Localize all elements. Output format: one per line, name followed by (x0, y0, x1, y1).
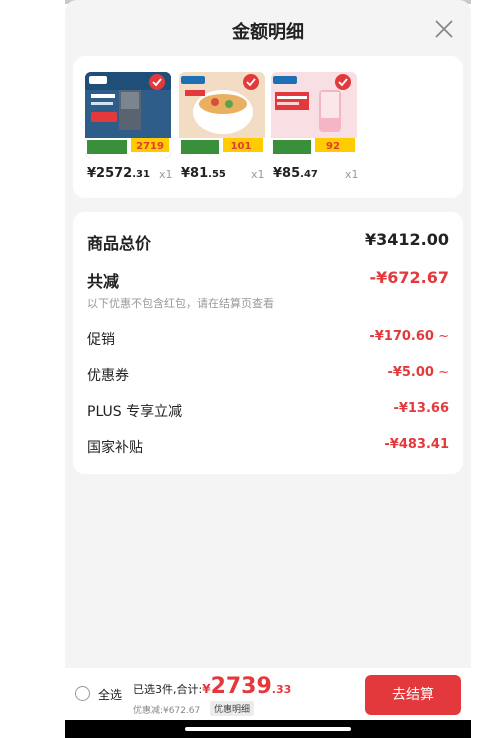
coupon-row[interactable]: 优惠券 -¥5.00 ~ (87, 365, 449, 385)
total-currency: ¥ (202, 682, 211, 696)
product-item[interactable]: 2719 ¥2572.31 x1 (85, 72, 173, 181)
discount-label: 共减 (87, 272, 120, 291)
product-price: ¥85.47 (273, 166, 318, 181)
product-qty: x1 (345, 168, 359, 181)
price-decimal: .47 (300, 169, 318, 180)
checkout-bar: 全选 已选3件,合计:¥2739.33 优惠减:¥672.67 优惠明细 去结算 (65, 668, 471, 720)
tilde-icon: ~ (438, 365, 449, 380)
product-qty: x1 (251, 168, 265, 181)
total-summary: 已选3件,合计:¥2739.33 (133, 674, 291, 699)
discount-detail-button[interactable]: 优惠明细 (210, 701, 255, 716)
product-image-blender[interactable]: 92 (271, 72, 357, 158)
sheet-header: 金额明细 (65, 0, 471, 58)
product-image-cooker[interactable]: 101 (179, 72, 265, 158)
plus-label: PLUS 专享立减 (87, 404, 183, 420)
price-integer: ¥2572 (87, 166, 133, 181)
product-qty: x1 (159, 168, 173, 181)
summary-card: 商品总价 ¥3412.00 共减 -¥672.67 以下优惠不包含红包，请在结算… (73, 212, 463, 474)
discount-value: -¥672.67 (369, 268, 449, 287)
selected-text: 已选3件,合计: (133, 683, 203, 696)
checkout-button[interactable]: 去结算 (365, 675, 461, 715)
total-label: 商品总价 (87, 234, 152, 253)
tilde-icon: ~ (438, 329, 449, 344)
product-price: ¥2572.31 (87, 166, 150, 181)
coupon-value: -¥5.00 ~ (387, 365, 449, 380)
home-indicator-bar (65, 720, 471, 738)
total-value: ¥3412.00 (364, 230, 449, 249)
promo-value: -¥170.60 ~ (369, 329, 449, 344)
promo-row[interactable]: 促销 -¥170.60 ~ (87, 329, 449, 349)
discount-note: 以下优惠不包含红包，请在结算页查看 (87, 297, 274, 310)
total-decimal: .33 (271, 683, 292, 696)
coupon-label: 优惠券 (87, 368, 129, 384)
price-integer: ¥81 (181, 166, 209, 181)
sheet-title: 金额明细 (232, 22, 304, 43)
discount-note-row: 以下优惠不包含红包，请在结算页查看 (87, 295, 449, 311)
plus-row: PLUS 专享立减 -¥13.66 (87, 401, 449, 421)
subsidy-label: 国家补贴 (87, 440, 143, 456)
products-card: 2719 ¥2572.31 x1 101 ¥81.55 x1 92 ¥85.47… (73, 56, 463, 198)
total-row: 商品总价 ¥3412.00 (87, 230, 449, 253)
promo-label: 促销 (87, 332, 115, 348)
product-tag-price: 92 (326, 141, 340, 152)
select-all-label[interactable]: 全选 (98, 686, 122, 703)
product-tag-price: 101 (231, 141, 252, 152)
discount-row: 共减 -¥672.67 (87, 268, 449, 291)
product-item[interactable]: 101 ¥81.55 x1 (179, 72, 267, 181)
product-item[interactable]: 92 ¥85.47 x1 (271, 72, 359, 181)
price-integer: ¥85 (273, 166, 301, 181)
plus-value: -¥13.66 (393, 401, 449, 416)
product-price: ¥81.55 (181, 166, 226, 181)
total-integer: 2739 (210, 674, 272, 699)
amount-detail-sheet: 金额明细 2719 ¥2572.31 x1 101 ¥81.55 x1 92 ¥… (65, 0, 471, 738)
subsidy-row: 国家补贴 -¥483.41 (87, 437, 449, 457)
discount-amount: 优惠减:¥672.67 (133, 706, 201, 716)
subsidy-value: -¥483.41 (384, 437, 449, 452)
product-tag-price: 2719 (136, 141, 164, 152)
price-decimal: .55 (208, 169, 226, 180)
home-indicator (185, 727, 351, 731)
select-all-radio[interactable] (75, 686, 90, 701)
close-icon[interactable] (433, 18, 455, 40)
price-decimal: .31 (132, 169, 150, 180)
product-image-fridge[interactable]: 2719 (85, 72, 171, 158)
